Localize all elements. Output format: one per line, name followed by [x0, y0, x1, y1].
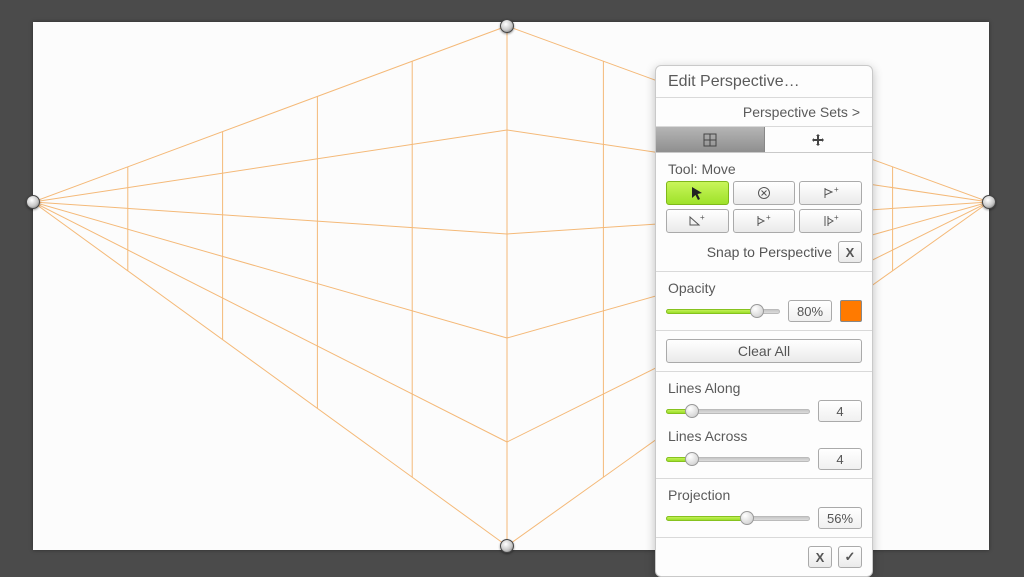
tool-add-horizontal[interactable]: + [733, 209, 796, 233]
grid-color-swatch[interactable] [840, 300, 862, 322]
panel-tabs [656, 127, 872, 153]
tab-move[interactable] [765, 127, 873, 152]
flag-plus-icon: + [822, 186, 840, 200]
projection-value[interactable]: 56% [818, 507, 862, 529]
projection-slider[interactable] [666, 512, 810, 524]
tool-delete[interactable] [733, 181, 796, 205]
tab-grid[interactable] [656, 127, 765, 152]
tool-move[interactable] [666, 181, 729, 205]
opacity-value[interactable]: 80% [788, 300, 832, 322]
clear-all-button[interactable]: Clear All [666, 339, 862, 363]
tool-label: Tool: Move [668, 161, 862, 177]
lines-across-value[interactable]: 4 [818, 448, 862, 470]
lines-along-slider[interactable] [666, 405, 810, 417]
angle-plus-icon: + [688, 214, 706, 228]
snap-toggle[interactable]: X [838, 241, 862, 263]
svg-text:+: + [700, 214, 705, 222]
svg-text:+: + [766, 214, 771, 222]
tool-add-vertical[interactable]: + [799, 209, 862, 233]
circle-x-icon [757, 186, 771, 200]
vp-handle-right[interactable] [982, 195, 996, 209]
flag-v-plus-icon: + [822, 214, 840, 228]
lines-across-label: Lines Across [668, 428, 862, 444]
tool-add-right-plane[interactable]: + [799, 181, 862, 205]
lines-across-slider[interactable] [666, 453, 810, 465]
vp-handle-left[interactable] [26, 195, 40, 209]
lines-along-value[interactable]: 4 [818, 400, 862, 422]
flag-h-plus-icon: + [755, 214, 773, 228]
projection-label: Projection [668, 487, 862, 503]
cursor-icon [690, 186, 704, 200]
svg-text:+: + [834, 186, 839, 194]
panel-title: Edit Perspective… [656, 66, 872, 98]
tool-add-angle[interactable]: + [666, 209, 729, 233]
lines-along-label: Lines Along [668, 380, 862, 396]
confirm-button[interactable]: ✓ [838, 546, 862, 568]
perspective-sets-link[interactable]: Perspective Sets > [656, 98, 872, 127]
vp-handle-top[interactable] [500, 19, 514, 33]
cancel-button[interactable]: X [808, 546, 832, 568]
svg-text:+: + [834, 214, 839, 222]
snap-label: Snap to Perspective [707, 244, 832, 260]
vp-handle-bottom[interactable] [500, 539, 514, 553]
opacity-slider[interactable] [666, 305, 780, 317]
edit-perspective-panel: Edit Perspective… Perspective Sets > Too… [655, 65, 873, 577]
opacity-label: Opacity [668, 280, 862, 296]
